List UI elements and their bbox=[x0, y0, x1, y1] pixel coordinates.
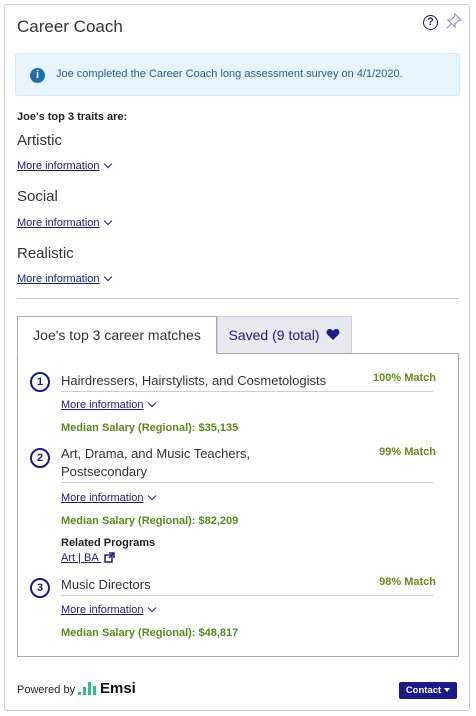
rank-badge: 3 bbox=[30, 578, 50, 598]
trait-social: Social bbox=[17, 188, 58, 205]
trait-artistic: Artistic bbox=[17, 132, 62, 149]
emsi-logo-text: Emsi bbox=[100, 680, 136, 697]
traits-heading: Joe's top 3 traits are: bbox=[17, 111, 128, 123]
assessment-alert: i Joe completed the Career Coach long as… bbox=[15, 53, 460, 96]
tab-career-matches[interactable]: Joe's top 3 career matches bbox=[17, 316, 217, 354]
heart-icon bbox=[327, 328, 340, 340]
section-divider bbox=[17, 298, 459, 299]
career-title: Hairdressers, Hairstylists, and Cosmetol… bbox=[61, 373, 327, 388]
chevron-down-icon bbox=[103, 272, 112, 282]
trait-social-more-link[interactable]: More information bbox=[17, 216, 112, 229]
card-title: Career Coach bbox=[17, 17, 123, 36]
tab-saved[interactable]: Saved (9 total) bbox=[217, 316, 352, 354]
chevron-down-icon bbox=[103, 159, 112, 169]
median-salary: Median Salary (Regional): $82,209 bbox=[61, 515, 239, 527]
trait-realistic: Realistic bbox=[17, 245, 74, 262]
career-matches-panel: 1 Hairdressers, Hairstylists, and Cosmet… bbox=[17, 353, 459, 657]
caret-down-icon bbox=[444, 688, 451, 692]
help-icon[interactable]: ? bbox=[423, 15, 438, 30]
median-salary: Median Salary (Regional): $48,817 bbox=[61, 627, 239, 639]
chevron-down-icon bbox=[147, 491, 156, 501]
match-percent: 100% Match bbox=[373, 372, 436, 384]
external-link-icon bbox=[104, 551, 115, 563]
match-percent: 98% Match bbox=[379, 576, 436, 588]
chevron-down-icon bbox=[147, 398, 156, 408]
alert-text: Joe completed the Career Coach long asse… bbox=[56, 68, 403, 80]
career-coach-card: Career Coach ? i Joe completed the Caree… bbox=[4, 4, 470, 711]
career-more-link[interactable]: More information bbox=[61, 398, 156, 411]
rank-badge: 1 bbox=[30, 372, 50, 392]
related-program-link[interactable]: Art | BA bbox=[61, 551, 115, 564]
title-underline bbox=[61, 482, 433, 483]
match-percent: 99% Match bbox=[379, 446, 436, 458]
related-programs-label: Related Programs bbox=[61, 537, 156, 549]
title-underline bbox=[61, 391, 433, 392]
info-icon: i bbox=[30, 68, 45, 83]
chevron-down-icon bbox=[147, 603, 156, 613]
career-more-link[interactable]: More information bbox=[61, 603, 156, 616]
emsi-logo-icon bbox=[78, 682, 96, 695]
rank-badge: 2 bbox=[30, 448, 50, 468]
trait-realistic-more-link[interactable]: More information bbox=[17, 272, 112, 285]
career-more-link[interactable]: More information bbox=[61, 491, 156, 504]
trait-artistic-more-link[interactable]: More information bbox=[17, 159, 112, 172]
title-underline bbox=[61, 595, 433, 596]
chevron-down-icon bbox=[103, 216, 112, 226]
median-salary: Median Salary (Regional): $35,135 bbox=[61, 422, 239, 434]
pin-icon[interactable] bbox=[446, 13, 462, 29]
career-title: Music Directors bbox=[61, 577, 151, 592]
contact-button[interactable]: Contact bbox=[399, 682, 457, 699]
powered-by-label: Powered by bbox=[17, 684, 76, 696]
career-title: Art, Drama, and Music Teachers, Postseco… bbox=[61, 446, 251, 479]
